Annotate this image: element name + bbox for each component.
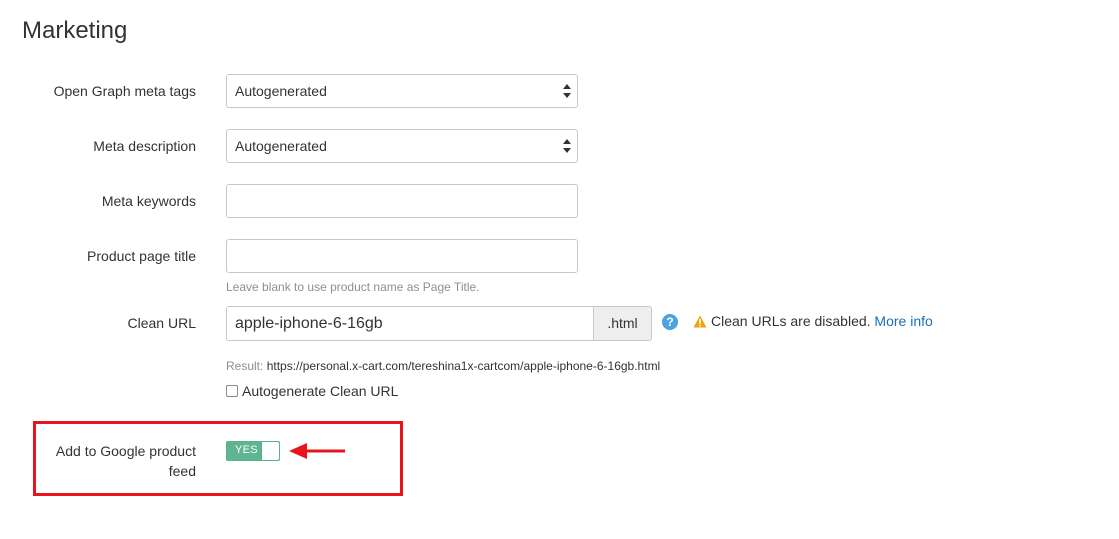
google-feed-label: Add to Google product feed [56,441,196,481]
section-title: Marketing [22,17,128,44]
meta-description-select[interactable]: Autogenerated [226,129,578,163]
google-feed-label-line2: feed [168,463,196,479]
meta-description-label: Meta description [93,138,196,154]
google-feed-label-line1: Add to Google product [55,443,196,459]
question-circle-icon[interactable]: ? [662,314,678,330]
meta-keywords-label: Meta keywords [101,193,196,209]
select-arrows-icon [563,84,571,98]
autogenerate-checkbox[interactable] [226,385,238,397]
og-tags-value: Autogenerated [235,83,327,99]
clean-url-warning: Clean URLs are disabled. More info [693,313,933,329]
result-prefix: Result: [226,359,264,373]
google-feed-toggle[interactable]: YES [226,441,280,461]
page-title-label: Product page title [87,248,196,264]
clean-url-suffix: .html [593,306,652,341]
warning-text: Clean URLs are disabled. [711,313,871,329]
clean-url-result: Result: https://personal.x-cart.com/tere… [226,359,660,373]
page-title-hint: Leave blank to use product name as Page … [226,280,480,294]
page-title-input[interactable] [226,239,578,273]
clean-url-input[interactable]: apple-iphone-6-16gb [226,306,594,341]
red-arrow-icon [289,443,345,459]
toggle-knob [261,442,279,460]
result-url: https://personal.x-cart.com/tereshina1x-… [266,359,661,373]
select-arrows-icon [563,139,571,153]
og-tags-label: Open Graph meta tags [53,83,196,99]
toggle-state-text: YES [235,444,258,456]
meta-keywords-input[interactable] [226,184,578,218]
autogenerate-label[interactable]: Autogenerate Clean URL [242,383,398,399]
warning-triangle-icon [693,315,707,328]
og-tags-select[interactable]: Autogenerated [226,74,578,108]
autogenerate-clean-url[interactable]: Autogenerate Clean URL [226,383,398,399]
meta-description-value: Autogenerated [235,138,327,154]
clean-url-label: Clean URL [127,315,196,331]
more-info-link[interactable]: More info [874,313,932,329]
